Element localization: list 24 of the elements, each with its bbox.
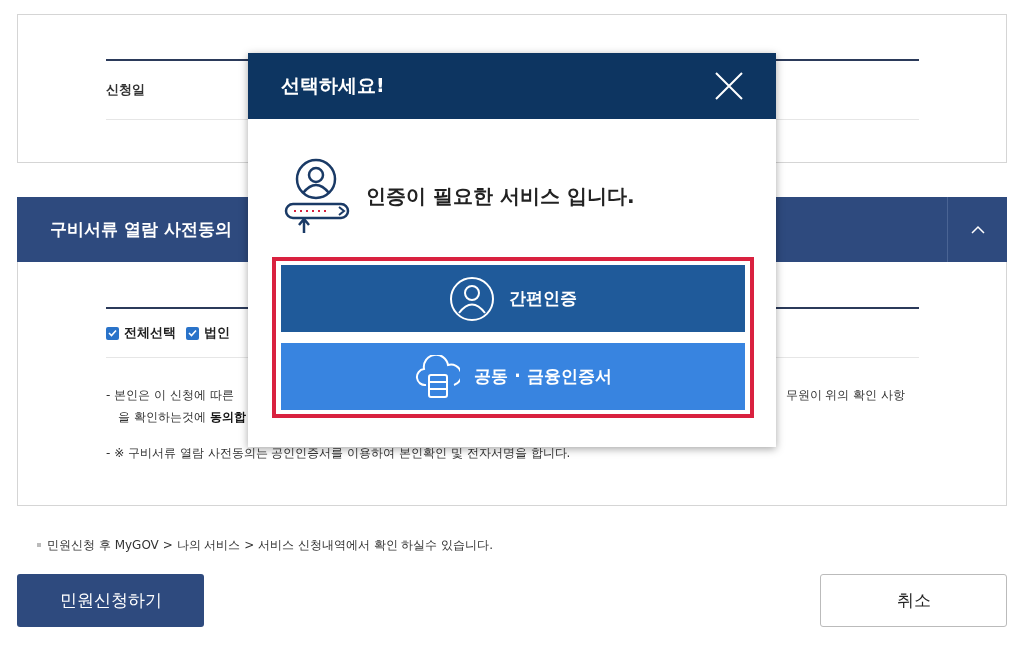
- notice-text: - ※ 구비서류 열람 사전동의는 공인인증서를 이용하여 본인확인 및 전자서명을 합니다.: [106, 446, 571, 460]
- notice-text: - 본인은 이 신청에 따른: [106, 387, 234, 404]
- section-title: 구비서류 열람 사전동의: [49, 218, 233, 241]
- bullet-icon: [37, 543, 41, 547]
- checkbox[interactable]: 법인: [186, 324, 230, 342]
- close-button[interactable]: [714, 71, 744, 101]
- cancel-button[interactable]: 취소: [820, 574, 1007, 627]
- simple-auth-button[interactable]: 간편인증: [281, 265, 745, 332]
- notice-text: 을 확인하는것에 동의합: [118, 410, 246, 424]
- date-label: 신청일: [106, 81, 145, 99]
- chevron-up-icon: [970, 224, 985, 235]
- checkmark-icon: [188, 329, 197, 337]
- checkbox[interactable]: 전체선택: [106, 324, 176, 342]
- modal-title: 선택하세요!: [281, 73, 385, 98]
- notice-text: 무원이 위의 확인 사항: [785, 387, 905, 404]
- cloud-server-icon: [414, 354, 461, 399]
- info-note: 민원신청 후 MyGOV > 나의 서비스 > 서비스 신청내역에서 확인 하실수 있습니다.: [47, 536, 494, 554]
- checkmark-icon: [108, 329, 117, 337]
- certificate-button[interactable]: 공동 · 금융인증서: [281, 343, 745, 410]
- auth-message: 인증이 필요한 서비스 입니다.: [366, 182, 635, 210]
- password-login-icon: [282, 157, 352, 235]
- user-icon: [449, 275, 495, 322]
- submit-button[interactable]: 민원신청하기: [17, 574, 204, 627]
- close-icon: [714, 71, 744, 101]
